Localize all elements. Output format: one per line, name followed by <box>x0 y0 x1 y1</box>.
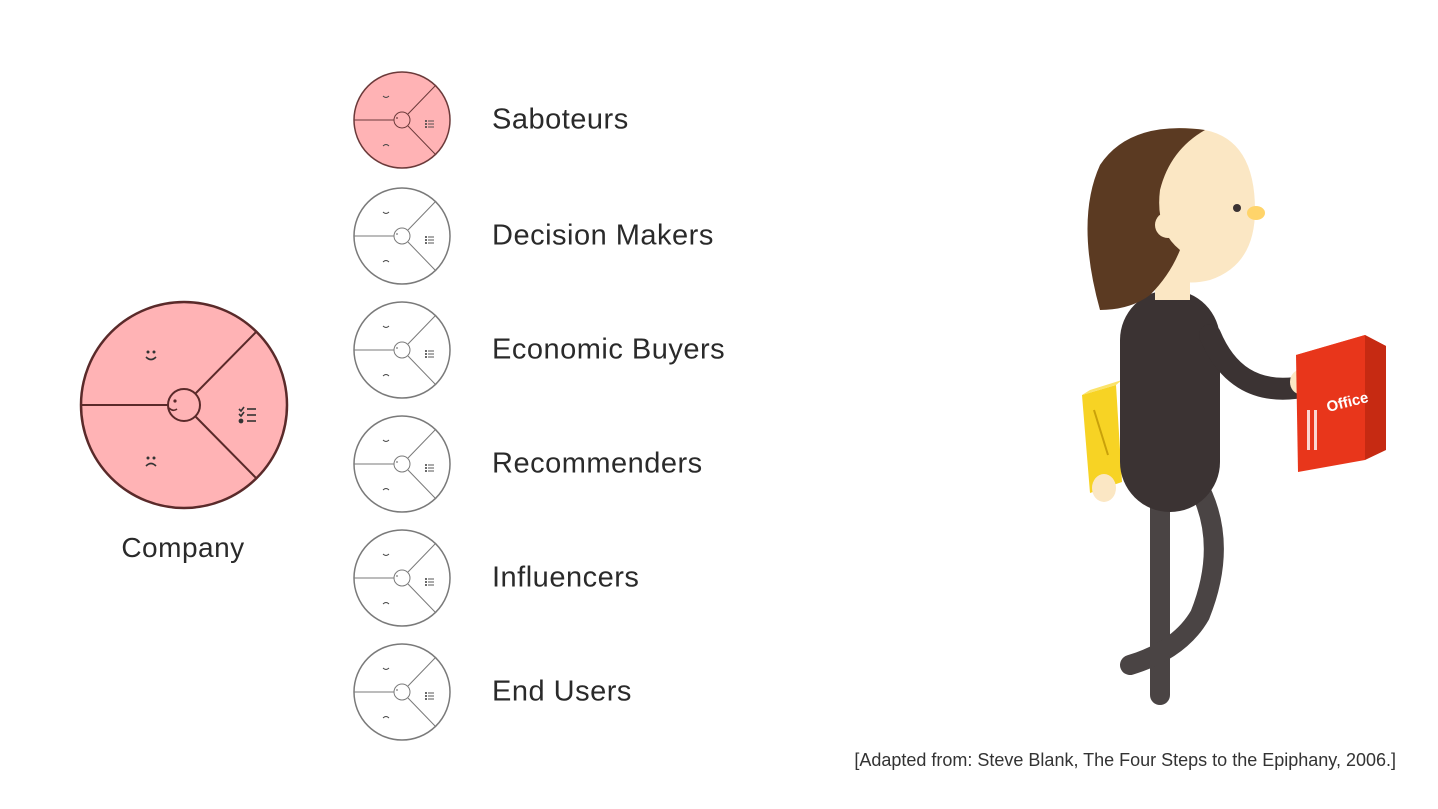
head-profile-icon <box>393 341 411 359</box>
role-wheel <box>353 529 451 627</box>
person-illustration: Office <box>1082 128 1386 705</box>
role-row: Influencers <box>352 528 812 628</box>
head-profile-icon <box>393 569 411 587</box>
role-wheel <box>353 643 451 741</box>
role-wheel <box>353 187 451 285</box>
role-label: Recommenders <box>492 447 703 480</box>
role-label: Decision Makers <box>492 219 714 252</box>
role-label: Economic Buyers <box>492 333 726 366</box>
head-profile-icon <box>393 227 411 245</box>
role-wheel <box>353 301 451 399</box>
company-wheel <box>79 300 289 510</box>
role-label: End Users <box>492 675 632 708</box>
head-profile-icon <box>393 111 411 129</box>
torso <box>1120 290 1220 512</box>
role-row: End Users <box>352 642 812 742</box>
office-box: Office <box>1296 335 1386 472</box>
role-wheel <box>353 71 451 169</box>
role-row: Economic Buyers <box>352 300 812 400</box>
role-row: Recommenders <box>352 414 812 514</box>
role-label: Saboteurs <box>492 103 629 136</box>
slide: Company Saboteurs Decision Makers Economic… <box>0 0 1438 809</box>
head-profile-icon <box>393 455 411 473</box>
role-row: Saboteurs <box>352 70 812 170</box>
left-hand <box>1092 474 1116 502</box>
nose <box>1247 206 1265 220</box>
role-label: Influencers <box>492 561 640 594</box>
citation: [Adapted from: Steve Blank, The Four Ste… <box>854 750 1396 770</box>
role-wheel <box>353 415 451 513</box>
head-profile-icon <box>393 683 411 701</box>
eye <box>1233 204 1241 212</box>
right-arm <box>1199 324 1306 400</box>
company-label: Company <box>121 532 245 563</box>
head-profile-icon <box>167 388 201 422</box>
checklist-icon <box>238 406 256 424</box>
role-row: Decision Makers <box>352 186 812 286</box>
